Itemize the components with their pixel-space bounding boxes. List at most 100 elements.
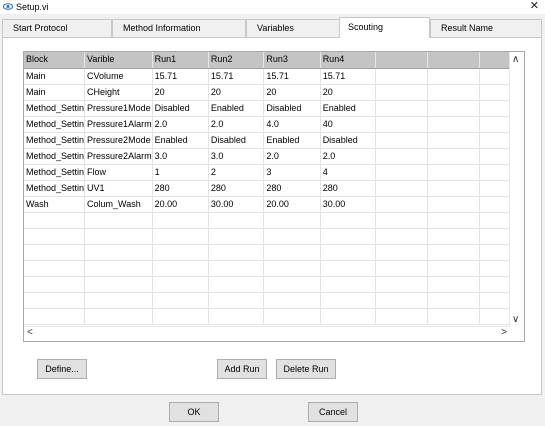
table-cell[interactable]: 15.71 (263, 68, 321, 85)
table-cell[interactable] (263, 212, 321, 229)
table-cell[interactable]: Enabled (208, 100, 265, 117)
table-cell[interactable] (152, 260, 209, 277)
table-cell[interactable] (84, 308, 153, 325)
column-header-run2[interactable]: Run2 (208, 52, 265, 69)
column-header-run4[interactable]: Run4 (320, 52, 377, 69)
table-cell[interactable]: 40 (320, 116, 377, 133)
table-cell[interactable] (84, 292, 153, 309)
table-cell[interactable]: 2.0 (208, 116, 265, 133)
table-cell[interactable] (320, 212, 377, 229)
table-cell[interactable] (263, 260, 321, 277)
table-cell[interactable] (152, 276, 209, 293)
table-cell[interactable]: Main (24, 84, 86, 101)
table-cell[interactable]: Enabled (263, 132, 321, 149)
table-cell[interactable] (375, 100, 429, 117)
table-cell[interactable]: Disabled (263, 100, 321, 117)
table-cell[interactable]: CVolume (84, 68, 153, 85)
table-cell[interactable] (208, 292, 265, 309)
tab-variables[interactable]: Variables (246, 19, 340, 37)
table-cell[interactable]: Main (24, 68, 86, 85)
table-cell[interactable] (24, 244, 86, 261)
table-cell[interactable] (24, 260, 86, 277)
table-cell[interactable] (320, 244, 377, 261)
table-cell[interactable]: Method_Settin (24, 132, 86, 149)
table-cell[interactable]: 4.0 (263, 116, 321, 133)
table-cell[interactable] (427, 116, 480, 133)
table-cell[interactable] (375, 68, 429, 85)
table-cell[interactable] (427, 68, 480, 85)
table-cell[interactable] (208, 244, 265, 261)
table-cell[interactable] (427, 260, 480, 277)
table-cell[interactable] (208, 228, 265, 245)
table-cell[interactable] (320, 308, 377, 325)
table-cell[interactable]: 2 (208, 164, 265, 181)
table-cell[interactable] (375, 164, 429, 181)
table-cell[interactable]: 15.71 (320, 68, 377, 85)
table-cell[interactable]: Method_Settin (24, 164, 86, 181)
table-cell[interactable] (84, 228, 153, 245)
table-cell[interactable] (84, 244, 153, 261)
table-cell[interactable] (24, 228, 86, 245)
tab-scouting[interactable]: Scouting (339, 17, 430, 38)
column-header-run3[interactable]: Run3 (263, 52, 321, 69)
table-cell[interactable] (427, 212, 480, 229)
table-cell[interactable]: 1 (152, 164, 209, 181)
table-cell[interactable]: Flow (84, 164, 153, 181)
tab-start-protocol[interactable]: Start Protocol (2, 19, 112, 37)
table-cell[interactable] (152, 292, 209, 309)
table-cell[interactable] (375, 212, 429, 229)
table-cell[interactable]: 2.0 (320, 148, 377, 165)
column-header-block[interactable]: Block (24, 52, 86, 69)
close-icon[interactable]: ✕ (530, 0, 539, 13)
table-cell[interactable] (263, 244, 321, 261)
table-cell[interactable]: 20 (263, 84, 321, 101)
table-cell[interactable]: Wash (24, 196, 86, 213)
table-cell[interactable]: Enabled (320, 100, 377, 117)
table-cell[interactable] (263, 292, 321, 309)
table-cell[interactable]: 20.00 (152, 196, 209, 213)
table-cell[interactable]: 280 (152, 180, 209, 197)
table-cell[interactable]: 30.00 (208, 196, 265, 213)
table-cell[interactable] (427, 84, 480, 101)
table-cell[interactable]: Disabled (320, 132, 377, 149)
table-cell[interactable] (375, 260, 429, 277)
tab-method-information[interactable]: Method Information (112, 19, 246, 37)
table-cell[interactable]: 280 (208, 180, 265, 197)
table-cell[interactable] (24, 308, 86, 325)
table-cell[interactable]: 3.0 (208, 148, 265, 165)
tab-result-name[interactable]: Result Name (430, 19, 542, 37)
table-cell[interactable] (152, 244, 209, 261)
column-header-empty[interactable] (375, 52, 429, 69)
table-cell[interactable] (208, 308, 265, 325)
table-cell[interactable]: 15.71 (208, 68, 265, 85)
table-cell[interactable] (84, 212, 153, 229)
table-cell[interactable]: Pressure1Alarm (84, 116, 153, 133)
table-cell[interactable]: 280 (263, 180, 321, 197)
table-cell[interactable] (375, 84, 429, 101)
table-cell[interactable]: 20 (208, 84, 265, 101)
table-cell[interactable] (427, 244, 480, 261)
table-cell[interactable]: 2.0 (263, 148, 321, 165)
table-cell[interactable] (320, 276, 377, 293)
table-cell[interactable]: Disabled (152, 100, 209, 117)
table-cell[interactable]: Method_Settin (24, 148, 86, 165)
table-cell[interactable]: Method_Settin (24, 180, 86, 197)
table-cell[interactable] (152, 308, 209, 325)
table-cell[interactable] (427, 100, 480, 117)
table-cell[interactable] (375, 292, 429, 309)
table-cell[interactable]: Pressure2Mode (84, 132, 153, 149)
table-cell[interactable] (84, 276, 153, 293)
table-cell[interactable] (375, 132, 429, 149)
table-cell[interactable] (263, 276, 321, 293)
table-cell[interactable] (375, 196, 429, 213)
table-cell[interactable] (263, 308, 321, 325)
table-cell[interactable]: 20 (320, 84, 377, 101)
table-cell[interactable]: Pressure2Alarm (84, 148, 153, 165)
table-cell[interactable] (427, 148, 480, 165)
table-cell[interactable] (375, 244, 429, 261)
table-cell[interactable]: 15.71 (152, 68, 209, 85)
horizontal-scrollbar[interactable]: < > (24, 326, 510, 341)
table-cell[interactable] (24, 292, 86, 309)
table-cell[interactable] (427, 308, 480, 325)
delete-run-button[interactable]: Delete Run (276, 359, 336, 379)
